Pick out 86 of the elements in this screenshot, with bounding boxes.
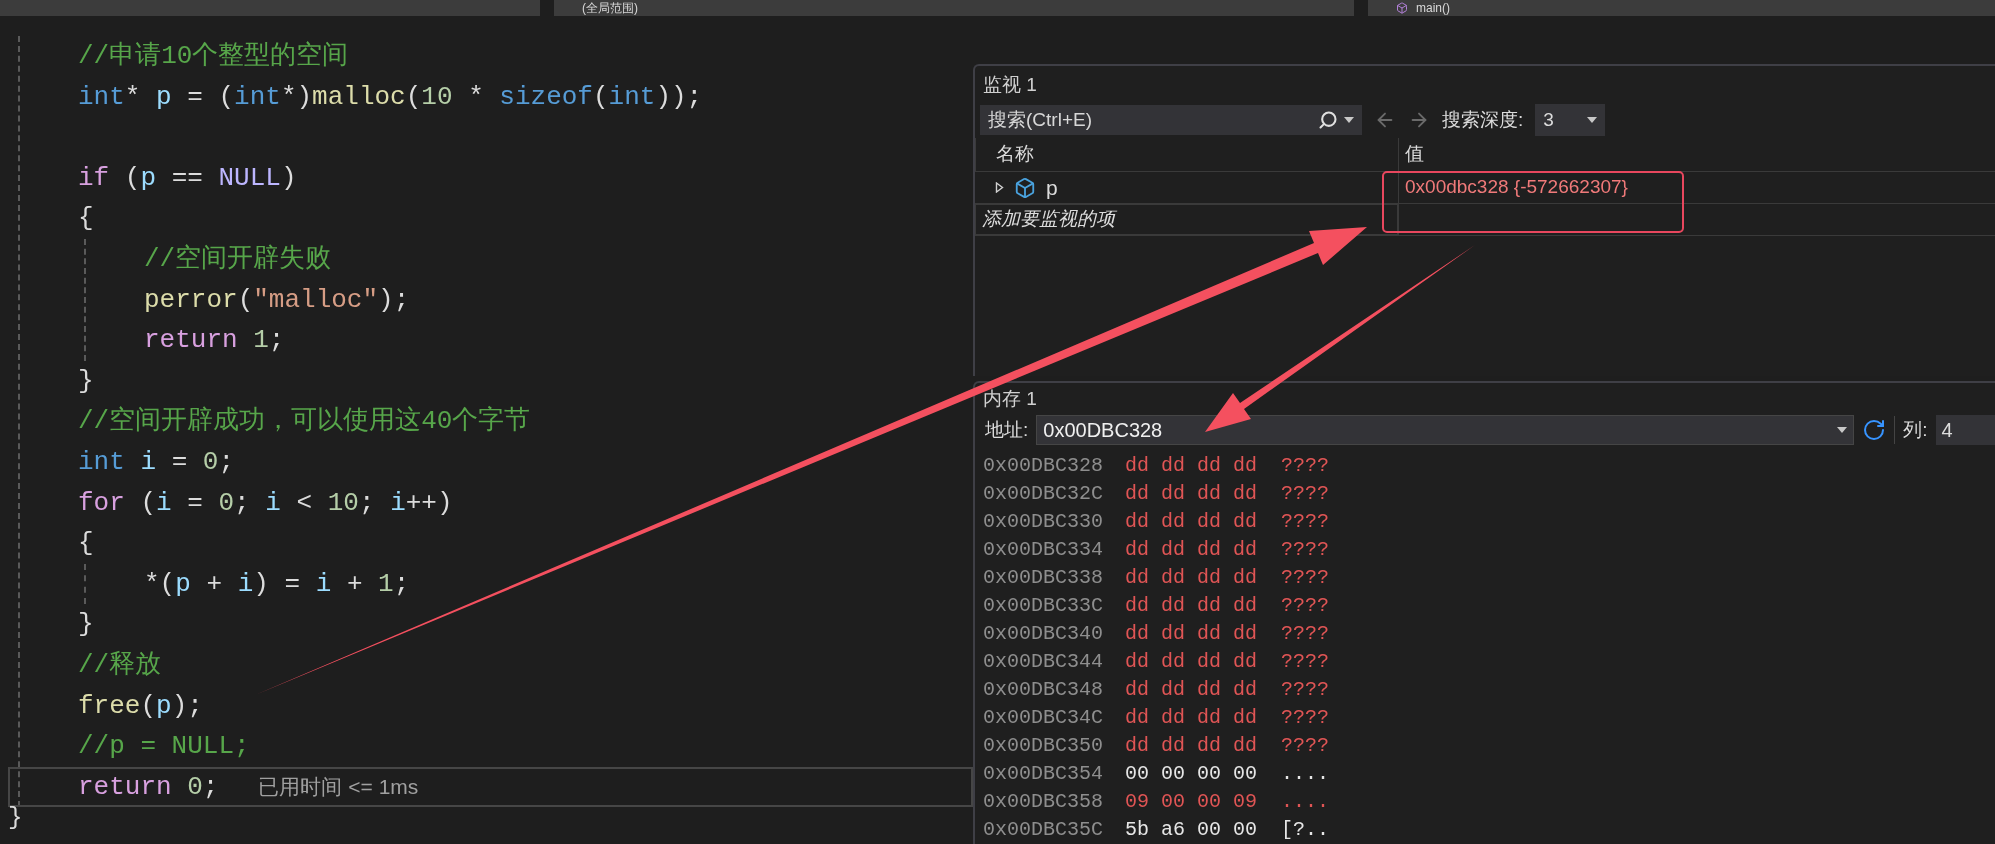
code-line: int i = 0; [78,446,235,477]
memory-bytes: dd dd dd dd [1125,705,1259,731]
memory-address: 0x00DBC354 [983,761,1105,787]
memory-bytes: 00 00 00 00 [1125,761,1259,787]
search-icon [1318,110,1338,130]
code-line: return 0; [78,770,219,804]
code-line: { [78,528,94,559]
memory-address: 0x00DBC34C [983,705,1105,731]
memory-address: 0x00DBC328 [983,453,1105,479]
memory-address: 0x00DBC338 [983,565,1105,591]
caret-icon [1344,117,1354,123]
cube-icon [1396,2,1408,14]
expand-triangle-icon[interactable] [995,182,1004,193]
memory-chars: ???? [1281,649,1329,675]
memory-bytes: 09 00 00 09 [1125,789,1259,815]
columns-label: 列: [1903,418,1928,442]
code-line: //空间开辟成功，可以使用这40个字节 [78,406,531,437]
memory-address: 0x00DBC358 [983,789,1105,815]
code-line: //申请10个整型的空间 [78,41,349,71]
panel-title: 监视 1 [983,72,1037,97]
code-line: free(p); [78,690,203,721]
memory-bytes: 5b a6 00 00 [1125,817,1259,843]
memory-address: 0x00DBC35C [983,817,1105,843]
column-header[interactable]: 值 [1398,138,1995,171]
scope-dropdown[interactable]: (全局范围) [554,0,1354,16]
code-line: { [78,203,94,234]
memory-chars: ???? [1281,677,1329,703]
memory-bytes: dd dd dd dd [1125,481,1259,507]
search-depth-dropdown[interactable]: 3 [1535,104,1606,136]
refresh-icon[interactable] [1862,418,1887,443]
memory-chars: ???? [1281,509,1329,535]
memory-address: 0x00DBC334 [983,537,1105,563]
search-depth-label: 搜索深度: [1442,107,1524,132]
code-line: } [8,807,24,830]
variable-icon [1014,176,1036,199]
code-line: return 1; [144,325,285,356]
elapsed-time-hint: 已用时间 <= 1ms [258,773,419,800]
memory-bytes: dd dd dd dd [1125,537,1259,563]
memory-address: 0x00DBC340 [983,621,1105,647]
memory-chars: .... [1281,761,1329,787]
memory-bytes: dd dd dd dd [1125,593,1259,619]
memory-chars: ???? [1281,733,1329,759]
memory-chars: .... [1281,789,1329,815]
code-line: //释放 [78,649,162,680]
code-line: //空间开辟失败 [144,243,332,274]
memory-chars: ???? [1281,481,1329,507]
columns-field[interactable]: 4 [1935,415,1995,446]
memory-address: 0x00DBC32C [983,481,1105,507]
memory-bytes: dd dd dd dd [1125,677,1259,703]
memory-bytes: dd dd dd dd [1125,621,1259,647]
watch-name: p [1046,174,1058,201]
memory-chars: ???? [1281,705,1329,731]
memory-bytes: dd dd dd dd [1125,649,1259,675]
memory-address: 0x00DBC33C [983,593,1105,619]
memory-bytes: dd dd dd dd [1125,733,1259,759]
memory-chars: ???? [1281,565,1329,591]
code-line: } [78,609,94,640]
panel-title: 内存 1 [983,386,1037,411]
memory-address: 0x00DBC344 [983,649,1105,675]
memory-chars: ???? [1281,593,1329,619]
column-header[interactable]: 名称 [975,138,1398,171]
memory-bytes: dd dd dd dd [1125,453,1259,479]
memory-address: 0x00DBC350 [983,733,1105,759]
memory-chars: ???? [1281,621,1329,647]
memory-bytes: dd dd dd dd [1125,565,1259,591]
code-line: for (i = 0; i < 10; i++) [78,487,453,518]
code-line: int* p = (int*)malloc(10 * sizeof(int)); [78,81,703,112]
memory-chars: ???? [1281,453,1329,479]
memory-address: 0x00DBC330 [983,509,1105,535]
address-label: 地址: [985,418,1029,442]
address-field[interactable]: 0x00DBC328 [1036,415,1855,446]
code-line: *(p + i) = i + 1; [144,568,410,599]
memory-bytes: dd dd dd dd [1125,509,1259,535]
memory-chars: ???? [1281,537,1329,563]
memory-chars: [?.. [1281,817,1329,843]
watch-value: 0x00dbc328 {-572662307} [1398,172,1995,203]
add-watch-field[interactable]: 添加要监视的项 [975,204,1398,235]
code-line: perror("malloc"); [144,284,410,315]
scope-dropdown[interactable]: main() [1368,0,1995,16]
code-line: //p = NULL; [78,731,250,762]
caret-icon [1587,117,1598,123]
search-field[interactable]: 搜索(Ctrl+E) [980,105,1362,135]
caret-icon [1837,427,1848,434]
code-line: if (p == NULL) [78,162,297,193]
code-line: } [78,365,94,396]
memory-address: 0x00DBC348 [983,677,1105,703]
